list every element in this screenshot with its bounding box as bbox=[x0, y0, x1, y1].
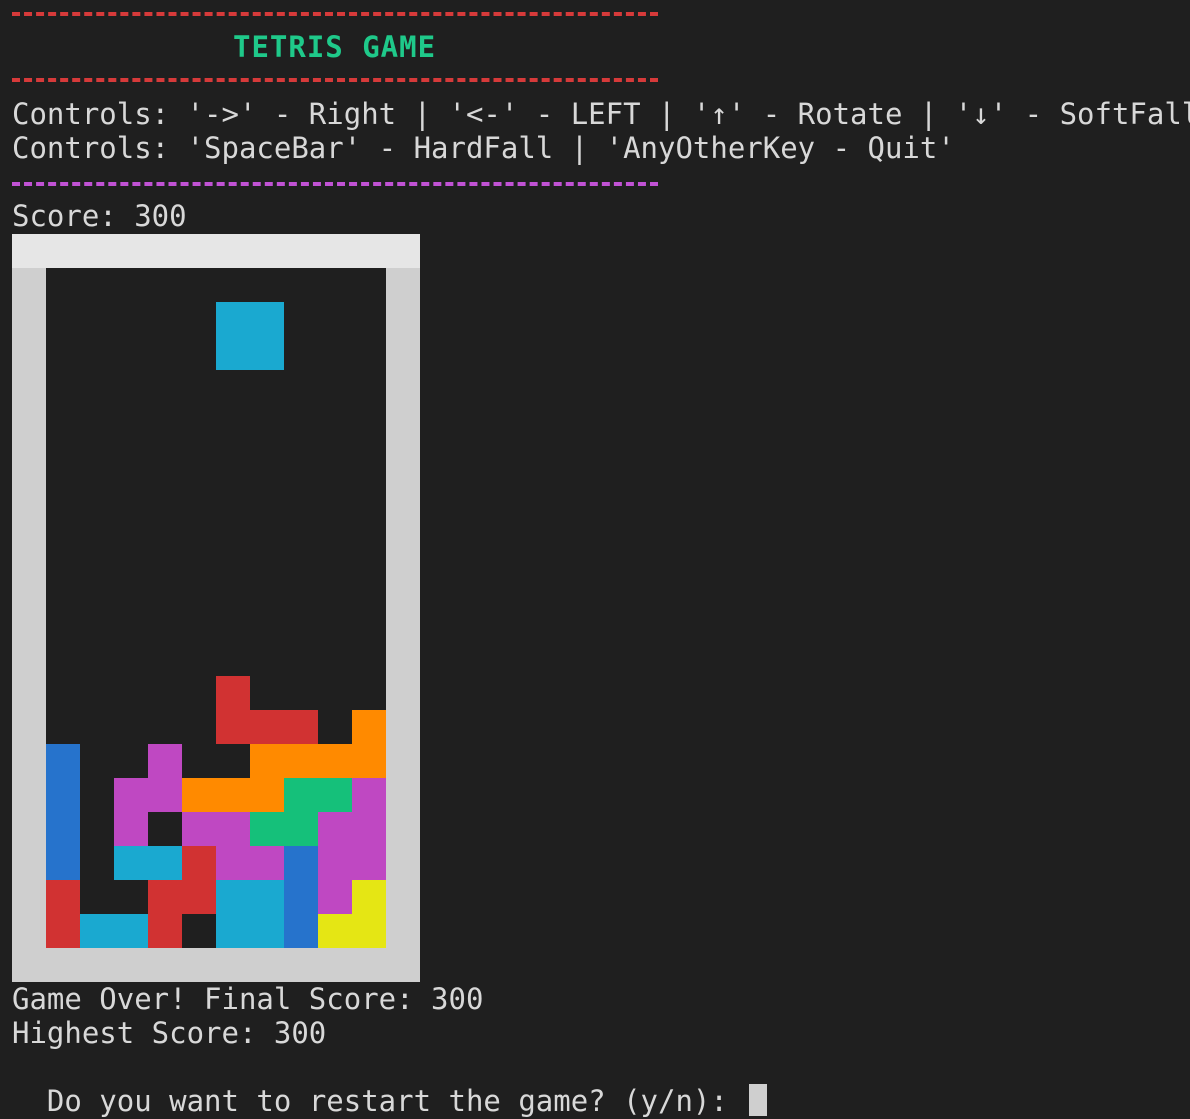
tetris-block-T bbox=[216, 812, 250, 846]
tetris-block-I bbox=[216, 880, 250, 914]
tetris-block-T bbox=[148, 778, 182, 812]
tetris-block-L bbox=[250, 778, 284, 812]
tetris-block-I bbox=[216, 914, 250, 948]
tetris-block-I bbox=[250, 302, 284, 336]
controls-divider bbox=[12, 182, 658, 186]
tetris-block-J bbox=[46, 744, 80, 778]
tetris-block-L bbox=[216, 778, 250, 812]
score-label: Score: 300 bbox=[12, 199, 187, 233]
tetris-block-T bbox=[318, 880, 352, 914]
tetris-block-L bbox=[352, 710, 386, 744]
terminal-cursor[interactable] bbox=[749, 1084, 768, 1116]
tetris-block-S bbox=[318, 778, 352, 812]
tetris-block-Z bbox=[284, 710, 318, 744]
tetris-block-T bbox=[250, 846, 284, 880]
tetris-well bbox=[46, 268, 386, 948]
tetris-block-J bbox=[284, 846, 318, 880]
tetris-block-Z bbox=[148, 914, 182, 948]
tetris-block-T bbox=[352, 812, 386, 846]
tetris-block-L bbox=[250, 744, 284, 778]
tetris-block-S bbox=[284, 812, 318, 846]
tetris-block-O bbox=[318, 914, 352, 948]
tetris-block-S bbox=[284, 778, 318, 812]
tetris-block-Z bbox=[182, 846, 216, 880]
tetris-block-Z bbox=[46, 914, 80, 948]
tetris-block-L bbox=[352, 744, 386, 778]
tetris-block-I bbox=[114, 846, 148, 880]
tetris-block-I bbox=[250, 336, 284, 370]
tetris-block-O bbox=[352, 914, 386, 948]
controls-line-1: Controls: '->' - Right | '<-' - LEFT | '… bbox=[12, 97, 1190, 131]
tetris-block-I bbox=[80, 914, 114, 948]
tetris-block-T bbox=[352, 778, 386, 812]
tetris-block-O bbox=[352, 880, 386, 914]
tetris-block-Z bbox=[182, 880, 216, 914]
tetris-block-S bbox=[250, 812, 284, 846]
game-over-message: Game Over! Final Score: 300 bbox=[12, 982, 484, 1016]
tetris-block-I bbox=[216, 302, 250, 336]
tetris-block-I bbox=[114, 914, 148, 948]
tetris-block-I bbox=[250, 914, 284, 948]
controls-line-2: Controls: 'SpaceBar' - HardFall | 'AnyOt… bbox=[12, 131, 955, 165]
tetris-block-Z bbox=[216, 710, 250, 744]
tetris-block-J bbox=[46, 778, 80, 812]
restart-prompt: Do you want to restart the game? (y/n): bbox=[46, 1084, 746, 1118]
tetris-block-T bbox=[114, 778, 148, 812]
tetris-block-J bbox=[284, 880, 318, 914]
tetris-block-T bbox=[148, 744, 182, 778]
tetris-block-Z bbox=[148, 880, 182, 914]
tetris-block-I bbox=[148, 846, 182, 880]
tetris-block-T bbox=[114, 812, 148, 846]
tetris-block-L bbox=[318, 744, 352, 778]
tetris-block-J bbox=[284, 914, 318, 948]
tetris-block-T bbox=[318, 812, 352, 846]
tetris-block-I bbox=[216, 336, 250, 370]
tetris-board-frame bbox=[12, 234, 420, 982]
tetris-block-L bbox=[182, 778, 216, 812]
tetris-block-Z bbox=[46, 880, 80, 914]
tetris-block-J bbox=[46, 846, 80, 880]
tetris-block-T bbox=[352, 846, 386, 880]
tetris-block-Z bbox=[216, 676, 250, 710]
title-divider bbox=[12, 78, 658, 82]
board-top-edge bbox=[12, 234, 420, 268]
tetris-block-J bbox=[46, 812, 80, 846]
restart-prompt-line: Do you want to restart the game? (y/n): bbox=[12, 1050, 768, 1118]
tetris-block-T bbox=[216, 846, 250, 880]
tetris-block-Z bbox=[250, 710, 284, 744]
highest-score: Highest Score: 300 bbox=[12, 1016, 327, 1050]
top-divider bbox=[12, 12, 658, 16]
tetris-block-I bbox=[250, 880, 284, 914]
tetris-block-T bbox=[318, 846, 352, 880]
game-title: TETRIS GAME bbox=[233, 30, 437, 64]
tetris-block-L bbox=[284, 744, 318, 778]
tetris-block-T bbox=[182, 812, 216, 846]
